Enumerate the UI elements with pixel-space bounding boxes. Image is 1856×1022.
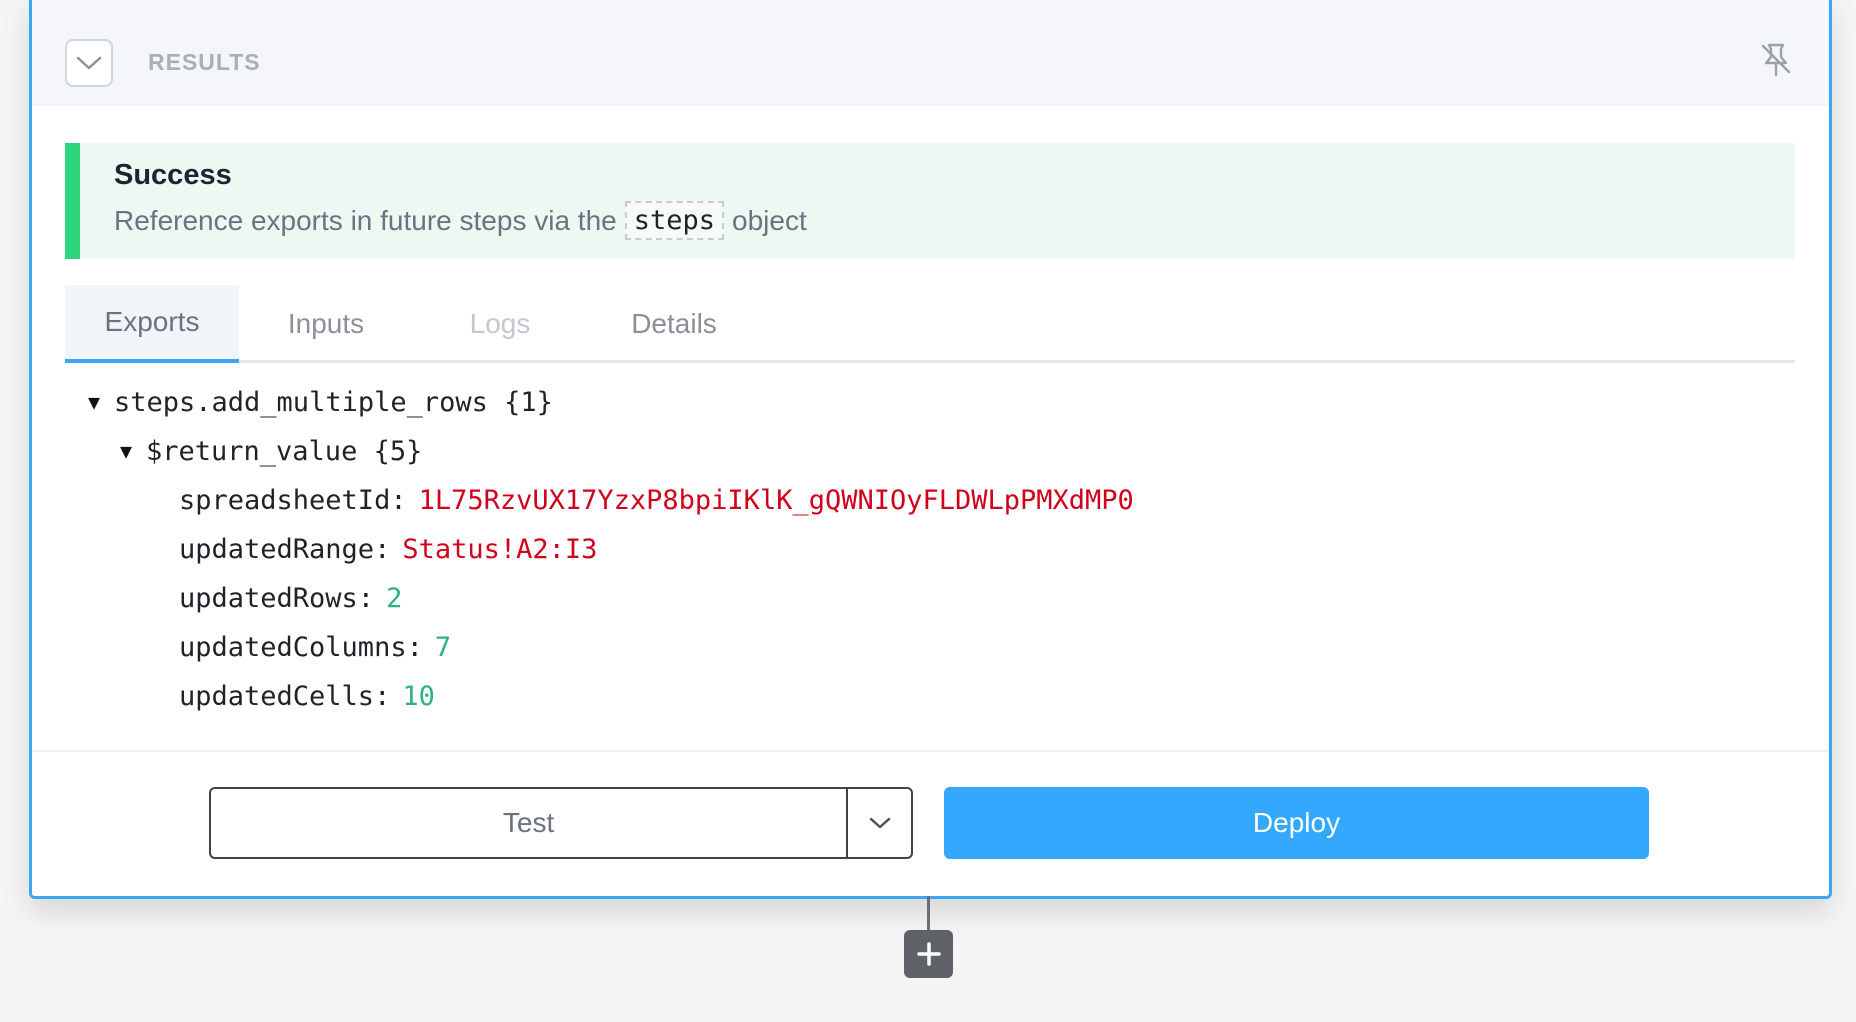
steps-code-chip: steps	[624, 201, 724, 240]
field-key: spreadsheetId:	[179, 484, 407, 516]
tree-node-label: $return_value {5}	[146, 435, 423, 467]
results-title: RESULTS	[148, 49, 261, 75]
tree-field: updatedColumns: 7	[179, 627, 451, 667]
expand-caret-icon[interactable]: ▼	[88, 390, 114, 414]
unpin-icon	[1761, 43, 1791, 77]
chevron-down-icon	[869, 817, 890, 829]
field-value: 1L75RzvUX17YzxP8bpiIKlK_gQWNIOyFLDWLpPMX…	[418, 484, 1134, 516]
tree-node-label: steps.add_multiple_rows {1}	[114, 386, 553, 418]
field-value: 2	[386, 582, 403, 614]
expand-caret-icon[interactable]: ▼	[120, 439, 146, 463]
results-tabs: Exports Inputs Logs Details	[65, 285, 1795, 363]
collapse-button[interactable]	[65, 39, 113, 87]
field-key: updatedRows:	[179, 582, 375, 614]
card-footer: Test Deploy	[32, 750, 1829, 896]
success-title: Success	[114, 159, 232, 191]
field-key: updatedRange:	[179, 533, 391, 565]
step-card: RESULTS Success Reference exports in fut…	[29, 0, 1832, 899]
tree-field: updatedRows: 2	[179, 578, 402, 618]
field-key: updatedCells:	[179, 680, 391, 712]
test-button[interactable]: Test	[211, 789, 846, 857]
success-message: Reference exports in future steps via th…	[114, 201, 807, 240]
unpin-button[interactable]	[1757, 41, 1795, 79]
tree-field: updatedRange: Status!A2:I3	[179, 529, 597, 569]
field-key: updatedColumns:	[179, 631, 423, 663]
test-button-group: Test	[209, 787, 913, 859]
field-value: 7	[434, 631, 452, 663]
tab-logs[interactable]: Logs	[413, 285, 587, 363]
tree-node-return-value[interactable]: ▼ $return_value {5}	[120, 431, 422, 471]
test-options-dropdown[interactable]	[846, 789, 911, 857]
tab-inputs[interactable]: Inputs	[239, 285, 413, 363]
tree-field: spreadsheetId: 1L75RzvUX17YzxP8bpiIKlK_g…	[179, 480, 1134, 520]
field-value: Status!A2:I3	[402, 533, 598, 565]
tree-node-root[interactable]: ▼ steps.add_multiple_rows {1}	[88, 382, 553, 422]
tab-exports[interactable]: Exports	[65, 285, 239, 363]
field-value: 10	[402, 680, 435, 712]
success-alert: Success Reference exports in future step…	[65, 143, 1795, 259]
plus-icon	[916, 942, 941, 966]
success-message-suffix: object	[732, 204, 807, 236]
tab-details[interactable]: Details	[587, 285, 761, 363]
results-header: RESULTS	[32, 0, 1829, 106]
add-step-button[interactable]	[904, 930, 953, 978]
chevron-down-icon	[76, 56, 102, 70]
tree-field: updatedCells: 10	[179, 676, 435, 716]
success-message-text: Reference exports in future steps via th…	[114, 204, 617, 236]
deploy-button[interactable]: Deploy	[944, 787, 1649, 859]
step-connector-line	[927, 896, 930, 932]
